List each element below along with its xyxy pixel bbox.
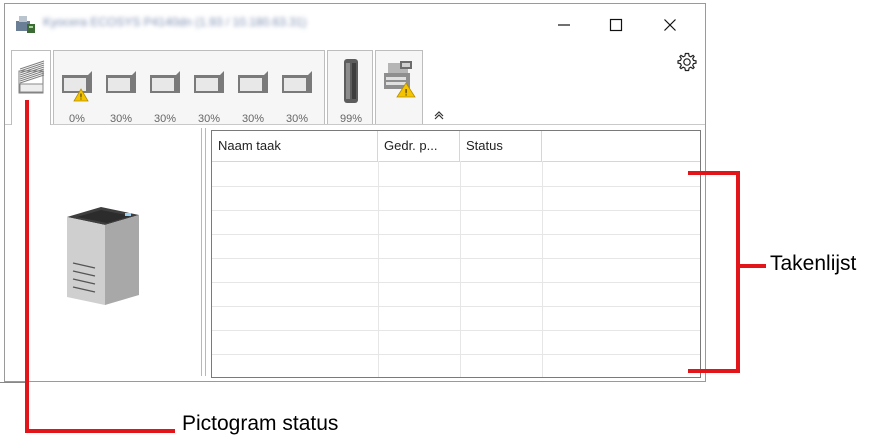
svg-text:!: ! [79,93,82,102]
annotation-bracket-top [688,171,738,175]
tray-6-icon [282,71,312,93]
task-list-header: Naam taak Gedr. p... Status [212,131,700,162]
tray-1-icon: ! [62,71,92,102]
tray-3-level: 30% [153,113,177,125]
mfp-warning-icon: ! [384,61,416,99]
table-row [212,234,700,259]
table-row [212,282,700,307]
tray-6-level: 30% [285,113,309,125]
column-header-status[interactable]: Status [460,131,542,161]
status-monitor-window: Kyocera ECOSYS P4140dn (1.93 / 10.180.63… [4,3,706,382]
status-tab-strip: ! 0% 30% 30% 30% 30% 30% 99% ! [5,44,705,125]
table-row [212,306,700,331]
table-row [212,354,700,377]
tab-job-status[interactable] [11,50,51,125]
annotation-line-icon-status-horizontal [25,429,175,433]
column-header-job-name[interactable]: Naam taak [212,131,378,161]
annotation-bracket-vertical [736,171,740,373]
tab-paper-trays[interactable]: ! 0% 30% 30% 30% 30% 30% [53,50,325,125]
tray-5-level: 30% [241,113,265,125]
table-row [212,162,700,187]
tray-2-level: 30% [109,113,133,125]
toner-level: 99% [339,113,363,125]
tray-4-icon [194,71,224,93]
table-row [212,330,700,355]
minimize-button[interactable] [541,10,587,40]
svg-text:!: ! [404,89,408,99]
column-header-printed-pages[interactable]: Gedr. p... [378,131,460,161]
tab-device[interactable]: ! [375,50,423,124]
tray-3-icon [150,71,180,93]
pane-splitter[interactable] [201,128,206,376]
printer-image [67,207,139,305]
toner-cartridge-icon [344,59,358,103]
printer-preview-pane [5,125,201,381]
annotation-bracket-bottom [688,369,738,373]
table-row [212,210,700,235]
tray-2-icon [106,71,136,93]
tray-1-level: 0% [69,113,85,125]
task-list[interactable]: Naam taak Gedr. p... Status [211,130,701,378]
gear-icon[interactable] [677,52,697,72]
annotation-label-icon-status: Pictogram status [182,412,339,435]
tray-4-level: 30% [197,113,221,125]
annotation-label-task-list: Takenlijst [770,252,857,275]
tray-5-icon [238,71,268,93]
close-button[interactable] [647,10,693,40]
maximize-button[interactable] [593,10,639,40]
printer-app-icon [16,16,35,33]
annotation-line-icon-status [25,100,29,433]
table-row [212,186,700,211]
table-row [212,258,700,283]
column-header-empty [542,131,700,161]
window-title: Kyocera ECOSYS P4140dn (1.93 / 10.180.63… [43,15,307,29]
paper-stack-icon [18,60,45,94]
tab-toner[interactable]: 99% [327,50,373,125]
annotation-bracket-pointer [738,264,766,268]
title-bar: Kyocera ECOSYS P4140dn (1.93 / 10.180.63… [5,4,705,44]
double-chevron-up-icon[interactable] [433,110,445,120]
